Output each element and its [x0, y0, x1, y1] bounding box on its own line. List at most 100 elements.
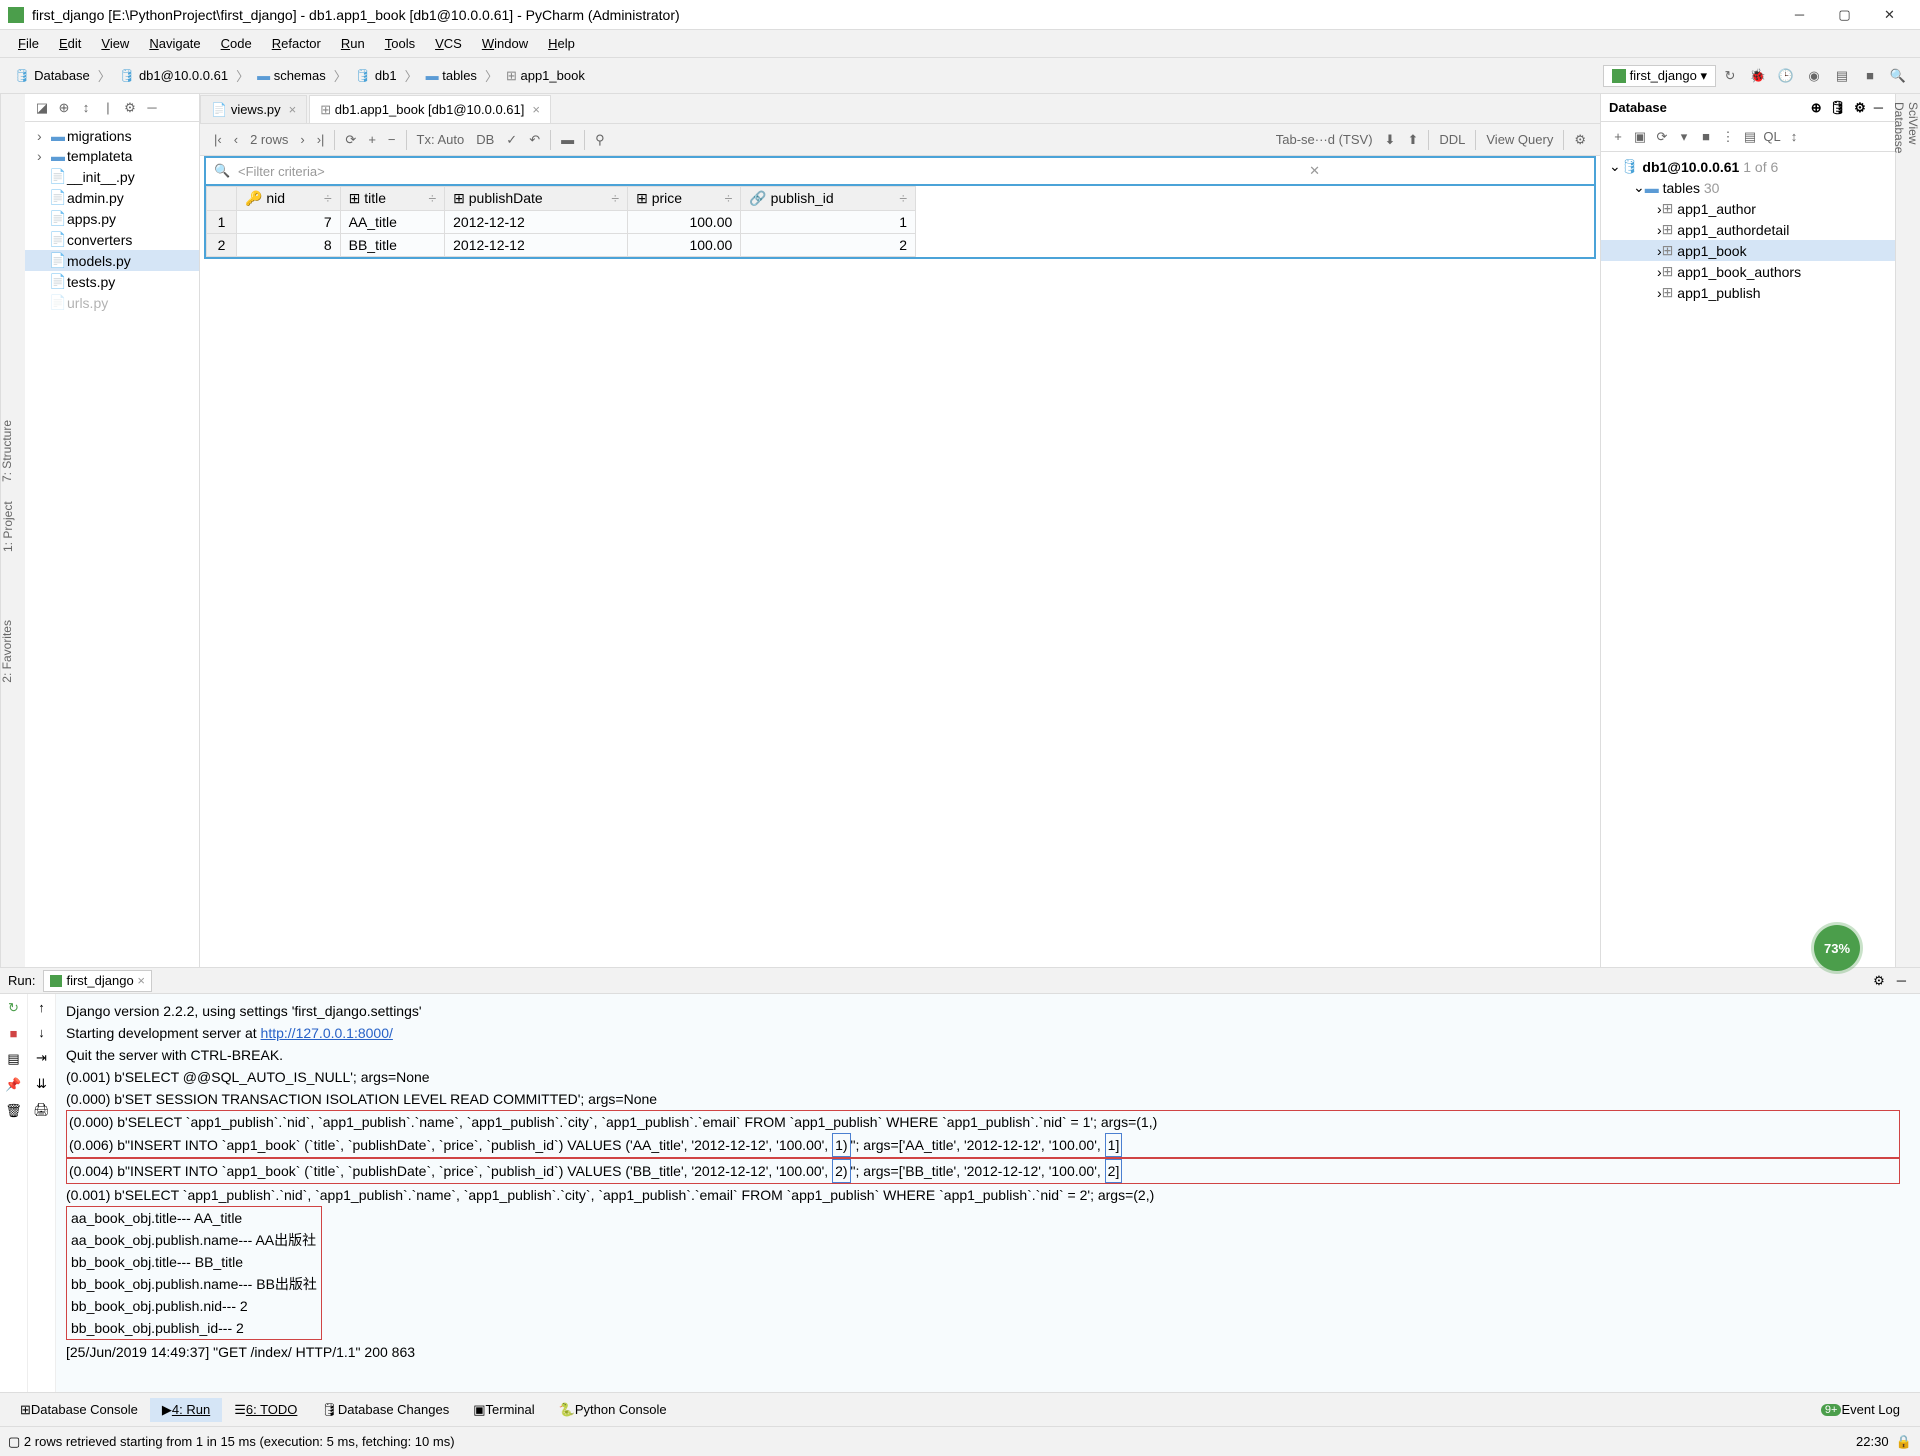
reload-icon[interactable]: ⟳	[339, 130, 362, 150]
settings-icon[interactable]: ⚙	[1568, 130, 1592, 150]
col-nid[interactable]: 🔑 nid ÷	[237, 187, 341, 211]
submit-icon[interactable]: ✓	[500, 130, 523, 150]
close-icon[interactable]: ×	[289, 102, 297, 117]
crumb-schemas[interactable]: ▬ schemas	[251, 68, 332, 83]
revert-icon[interactable]: ↶	[523, 130, 546, 150]
minimize-button[interactable]: ─	[1777, 0, 1822, 30]
locate-icon[interactable]: ⊕	[53, 97, 75, 119]
tree-node-migrations[interactable]: ›▬migrations	[25, 126, 199, 146]
export-format[interactable]: Tab-se···d (TSV)	[1270, 130, 1379, 149]
close-icon[interactable]: ×	[137, 973, 145, 988]
run-tab[interactable]: ▶ 4: Run	[150, 1398, 222, 1422]
py-console-tab[interactable]: 🐍 Python Console	[547, 1398, 679, 1422]
cell[interactable]: AA_title	[340, 211, 445, 234]
duplicate-icon[interactable]: ▣	[1629, 126, 1651, 148]
menu-code[interactable]: Code	[211, 32, 262, 55]
cell[interactable]: 2012-12-12	[445, 211, 628, 234]
refresh-icon[interactable]: ⟳	[1651, 126, 1673, 148]
ddl-button[interactable]: DDL	[1433, 130, 1471, 149]
tx-mode[interactable]: Tx: Auto	[411, 130, 471, 149]
col-publishdate[interactable]: ⊞ publishDate ÷	[445, 187, 628, 211]
gear-icon[interactable]: ⚙	[1850, 100, 1870, 116]
down-icon[interactable]: ↓	[38, 1025, 45, 1040]
menu-run[interactable]: Run	[331, 32, 375, 55]
commit-icon[interactable]: DB	[470, 130, 500, 149]
ds-node[interactable]: ⌄ 🛢 db1@10.0.0.61 1 of 6	[1601, 156, 1895, 177]
show-options-icon[interactable]: ◪	[31, 97, 53, 119]
add-icon[interactable]: +	[1607, 126, 1629, 148]
up-icon[interactable]: ↑	[38, 1000, 45, 1015]
crumb-table[interactable]: ⊞ app1_book	[500, 68, 591, 84]
rerun-icon[interactable]: ↻	[8, 1000, 19, 1016]
menu-navigate[interactable]: Navigate	[139, 32, 210, 55]
right-gutter[interactable]: SciView Database	[1895, 94, 1920, 967]
lock-icon[interactable]: 🔒	[1896, 1434, 1912, 1450]
view-query-button[interactable]: View Query	[1480, 130, 1559, 149]
data-grid[interactable]: 🔑 nid ÷ ⊞ title ÷ ⊞ publishDate ÷ ⊞ pric…	[204, 184, 1596, 259]
cell[interactable]: 2012-12-12	[445, 234, 628, 257]
scroll-icon[interactable]: ⇊	[36, 1076, 47, 1092]
coverage-button[interactable]: 🕒	[1772, 62, 1800, 90]
tree-node-templatetags[interactable]: ›▬templateta	[25, 146, 199, 166]
console-output[interactable]: Django version 2.2.2, using settings 'fi…	[56, 994, 1920, 1392]
next-page-icon[interactable]: ›	[294, 130, 310, 149]
left-gutter[interactable]: 1: Project	[0, 94, 25, 967]
run-tab[interactable]: first_django ×	[43, 970, 151, 992]
more-icon[interactable]: ⋮	[1717, 126, 1739, 148]
menu-edit[interactable]: Edit	[49, 32, 91, 55]
tree-node-init[interactable]: 📄__init__.py	[25, 166, 199, 187]
table-node-selected[interactable]: › ⊞ app1_book	[1601, 240, 1895, 261]
remove-row-icon[interactable]: −	[382, 130, 402, 149]
menu-help[interactable]: Help	[538, 32, 585, 55]
new-icon[interactable]: ⊕	[1807, 100, 1826, 116]
first-page-icon[interactable]: |‹	[208, 130, 228, 149]
tab-db-table[interactable]: ⊞ db1.app1_book [db1@10.0.0.61]×	[309, 95, 551, 123]
table-node[interactable]: › ⊞ app1_publish	[1601, 282, 1895, 303]
stop-icon[interactable]: ■	[1695, 126, 1717, 148]
expand-icon[interactable]: ↕	[75, 97, 97, 119]
menu-file[interactable]: File	[8, 32, 49, 55]
clear-filter-icon[interactable]: ✕	[1309, 163, 1320, 179]
cell[interactable]: 2	[741, 234, 916, 257]
crumb-database[interactable]: 🛢 Database	[8, 68, 96, 84]
console-icon[interactable]: QL	[1761, 126, 1783, 148]
collapse-icon[interactable]: ↕	[1783, 126, 1805, 148]
pin-icon[interactable]: 📌	[5, 1077, 21, 1093]
cell[interactable]: 1	[741, 211, 916, 234]
server-url-link[interactable]: http://127.0.0.1:8000/	[261, 1025, 393, 1041]
menu-tools[interactable]: Tools	[375, 32, 425, 55]
tab-views[interactable]: 📄 views.py×	[200, 95, 307, 123]
collapse-icon[interactable]: ─	[141, 97, 163, 119]
table-row[interactable]: 1 7 AA_title 2012-12-12 100.00 1	[207, 211, 916, 234]
wrap-icon[interactable]: ⇥	[36, 1050, 47, 1066]
maximize-button[interactable]: ▢	[1822, 0, 1867, 30]
menu-view[interactable]: View	[91, 32, 139, 55]
tree-node-converters[interactable]: 📄converters	[25, 229, 199, 250]
menu-window[interactable]: Window	[472, 32, 538, 55]
add-row-icon[interactable]: +	[362, 130, 382, 149]
tree-node-tests[interactable]: 📄tests.py	[25, 271, 199, 292]
layout-icon[interactable]: ▤	[7, 1051, 19, 1067]
crumb-db[interactable]: 🛢 db1	[349, 68, 403, 84]
menu-vcs[interactable]: VCS	[425, 32, 472, 55]
table-node[interactable]: › ⊞ app1_authordetail	[1601, 219, 1895, 240]
col-title[interactable]: ⊞ title ÷	[340, 187, 445, 211]
database-label[interactable]: Database	[1892, 102, 1906, 967]
compare-icon[interactable]: ⚲	[589, 130, 611, 150]
settings-icon[interactable]: ⚙	[119, 97, 141, 119]
last-page-icon[interactable]: ›|	[311, 130, 331, 149]
menu-refactor[interactable]: Refactor	[262, 32, 331, 55]
print-icon[interactable]: 🖨	[33, 1102, 50, 1118]
hide-icon[interactable]: ─	[1870, 100, 1887, 115]
table-row[interactable]: 2 8 BB_title 2012-12-12 100.00 2	[207, 234, 916, 257]
close-button[interactable]: ✕	[1867, 0, 1912, 30]
sciview-label[interactable]: SciView	[1906, 102, 1920, 947]
cell[interactable]: 100.00	[628, 234, 741, 257]
structure-tool-label[interactable]: 7: Structure	[0, 420, 25, 482]
tree-node-admin[interactable]: 📄admin.py	[25, 187, 199, 208]
gear-icon[interactable]: ⚙	[1867, 973, 1891, 989]
tree-node-models[interactable]: 📄models.py	[25, 250, 199, 271]
tree-node-urls[interactable]: 📄urls.py	[25, 292, 199, 313]
col-price[interactable]: ⊞ price ÷	[628, 187, 741, 211]
col-publishid[interactable]: 🔗 publish_id ÷	[741, 187, 916, 211]
